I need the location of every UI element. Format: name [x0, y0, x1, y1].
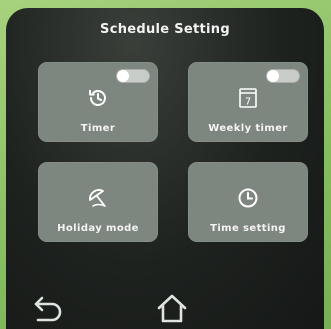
- weekly-timer-tile[interactable]: 7 Weekly timer: [188, 62, 308, 142]
- calendar-day-number: 7: [245, 97, 251, 108]
- timer-history-icon: [89, 90, 106, 106]
- holiday-mode-tile[interactable]: Holiday mode: [38, 162, 158, 242]
- holiday-mode-label: Holiday mode: [57, 223, 139, 234]
- back-arrow-icon[interactable]: [26, 290, 66, 329]
- timer-tile[interactable]: Timer: [38, 62, 158, 142]
- weekly-timer-label: Weekly timer: [208, 123, 288, 134]
- touch-screen: Schedule Setting Timer 7 Weekly timer Ho…: [6, 8, 324, 329]
- weekly-timer-toggle[interactable]: [266, 69, 300, 83]
- time-setting-tile[interactable]: Time setting: [188, 162, 308, 242]
- toggle-knob: [267, 70, 279, 82]
- page-title: Schedule Setting: [100, 22, 230, 37]
- time-setting-label: Time setting: [210, 223, 286, 234]
- calendar-icon: 7: [239, 88, 257, 108]
- toggle-knob: [117, 70, 129, 82]
- clock-icon: [238, 188, 258, 208]
- timer-toggle[interactable]: [116, 69, 150, 83]
- timer-label: Timer: [80, 123, 116, 134]
- home-icon[interactable]: [152, 288, 192, 328]
- beach-umbrella-icon: [89, 189, 106, 207]
